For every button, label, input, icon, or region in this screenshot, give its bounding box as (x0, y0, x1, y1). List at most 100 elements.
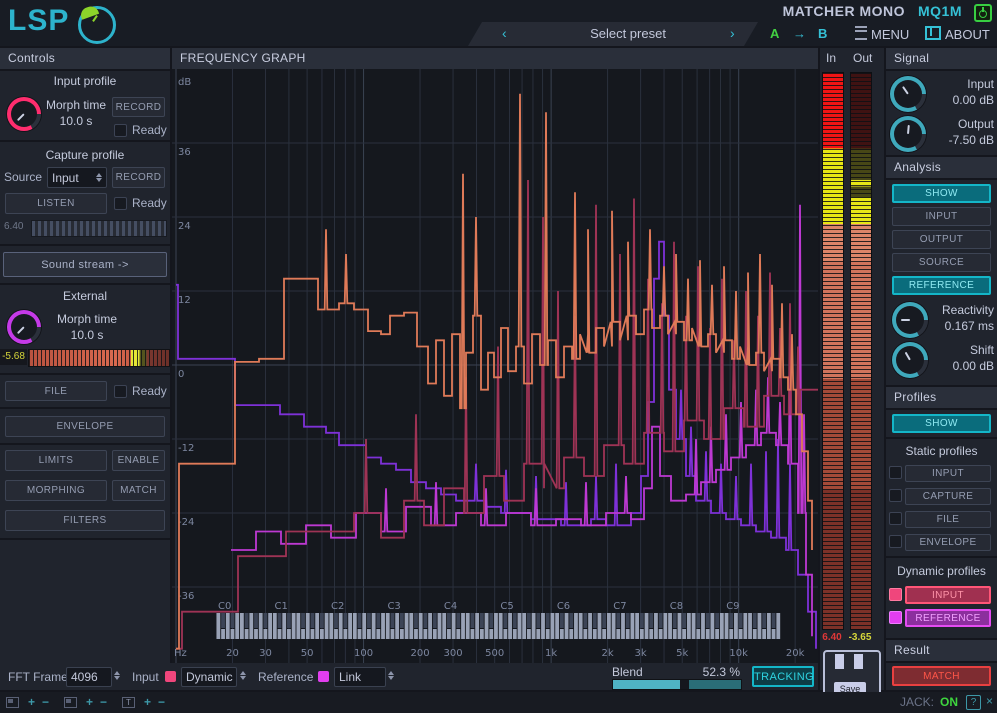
enable-button[interactable]: ENABLE (112, 450, 165, 471)
dynamic-input-checkbox[interactable] (889, 588, 902, 601)
svg-text:50: 50 (301, 648, 314, 659)
dynamic-reference-checkbox[interactable] (889, 611, 902, 624)
source-select[interactable]: Input (47, 167, 107, 188)
input-record-button[interactable]: RECORD (112, 97, 165, 117)
capture-ready-checkbox[interactable]: Ready (114, 196, 167, 210)
text-zoom-out-button[interactable]: − (158, 695, 165, 709)
preset-prev-button[interactable]: ‹ (502, 25, 507, 41)
fft-frame-select[interactable]: 4096 (66, 667, 112, 687)
match-result-button[interactable]: MATCH (892, 666, 991, 686)
envelope-button[interactable]: ENVELOPE (5, 416, 165, 437)
floppy-slot-icon (835, 654, 844, 669)
frequency-graph-canvas[interactable]: C0C1C2C3C4C5C6C7C8C9dB3624120-12-24-36Hz… (172, 69, 818, 663)
analysis-input-button[interactable]: INPUT (892, 207, 991, 226)
file-ready-checkbox[interactable]: Ready (114, 384, 167, 398)
capture-progress-bar[interactable] (31, 220, 167, 237)
analysis-source-button[interactable]: SOURCE (892, 253, 991, 272)
static-envelope-button[interactable]: ENVELOPE (905, 534, 991, 551)
static-capture-button[interactable]: CAPTURE (905, 488, 991, 505)
power-icon[interactable] (974, 4, 992, 22)
profiles-show-button[interactable]: SHOW (892, 414, 991, 433)
bottom-bar: FFT Frame 4096 Input Dynamic Reference L… (0, 663, 818, 690)
signal-panel: Input 0.00 dB Output -7.50 dB (886, 71, 997, 155)
svg-text:500: 500 (485, 648, 504, 659)
zoom-fit-vertical-icon[interactable] (64, 697, 77, 708)
shift-value: Shift 0.00 dB (928, 342, 994, 374)
preset-label[interactable]: Select preset (548, 26, 708, 41)
capture-profile-title: Capture profile (0, 148, 170, 162)
analysis-output-button[interactable]: OUTPUT (892, 230, 991, 249)
svg-text:C8: C8 (670, 601, 683, 612)
text-zoom-icon[interactable]: T (122, 697, 135, 708)
dynamic-input-button[interactable]: INPUT (905, 586, 991, 604)
signal-output-knob[interactable] (890, 116, 926, 152)
dynamic-input-profile (176, 180, 818, 649)
input-mode-spinner[interactable] (240, 671, 246, 680)
blend-slider[interactable] (612, 679, 742, 690)
static-file-button[interactable]: FILE (905, 511, 991, 528)
meter-out-label: Out (853, 51, 872, 65)
ab-arrow-icon[interactable]: → (793, 26, 806, 41)
zoom-in-button[interactable]: + (28, 695, 35, 709)
text-zoom-in-button[interactable]: + (144, 695, 151, 709)
zoom-out-vertical-button[interactable]: − (100, 695, 107, 709)
input-morph-time-knob[interactable] (7, 97, 41, 131)
static-capture-checkbox[interactable] (889, 489, 902, 502)
shift-knob[interactable] (892, 342, 928, 378)
preset-next-button[interactable]: › (730, 25, 735, 41)
svg-text:20: 20 (226, 648, 239, 659)
fft-frame-spinner[interactable] (114, 671, 120, 680)
svg-text:100: 100 (354, 648, 373, 659)
reference-mode-spinner[interactable] (388, 671, 394, 680)
reference-mode-select[interactable]: Link (334, 667, 386, 687)
zoom-fit-graph-icon[interactable] (6, 697, 19, 708)
plugin-title: MATCHER MONO (783, 3, 905, 19)
checkbox-icon (889, 611, 902, 624)
analysis-show-button[interactable]: SHOW (892, 184, 991, 203)
filters-button[interactable]: FILTERS (5, 510, 165, 531)
reactivity-knob[interactable] (892, 302, 928, 338)
ab-slot-b[interactable]: B (818, 26, 827, 41)
static-profiles-title: Static profiles (886, 444, 997, 458)
zoom-in-vertical-button[interactable]: + (86, 695, 93, 709)
input-ready-checkbox[interactable]: Ready (114, 123, 167, 137)
output-level-meter[interactable] (850, 72, 872, 630)
floppy-slot-icon (854, 654, 863, 669)
checkbox-icon (889, 489, 902, 502)
file-button[interactable]: FILE (5, 381, 107, 401)
static-input-checkbox[interactable] (889, 466, 902, 479)
match-toggle-button[interactable]: MATCH (112, 480, 165, 501)
jack-state: ON (940, 695, 958, 709)
static-file-checkbox[interactable] (889, 512, 902, 525)
disconnect-icon[interactable]: × (983, 695, 996, 708)
input-mode-select[interactable]: Dynamic (181, 667, 237, 687)
blend-value: 52.3 % (690, 665, 740, 679)
menu-button[interactable]: MENU (855, 26, 909, 42)
controls-header: Controls (0, 48, 170, 69)
about-button[interactable]: ABOUT (925, 26, 990, 42)
static-input-button[interactable]: INPUT (905, 465, 991, 482)
capture-profile-panel: Capture profile Source Input RECORD LIST… (0, 142, 170, 244)
listen-button[interactable]: LISTEN (5, 193, 107, 214)
limits-button[interactable]: LIMITS (5, 450, 107, 471)
capture-record-button[interactable]: RECORD (112, 167, 165, 188)
signal-input-knob[interactable] (890, 76, 926, 112)
spinner-icon (96, 173, 102, 182)
analysis-reference-button[interactable]: REFERENCE (892, 276, 991, 295)
external-morph-time-knob[interactable] (7, 310, 41, 344)
tracking-button[interactable]: TRACKING (752, 666, 814, 687)
zoom-out-button[interactable]: − (42, 695, 49, 709)
top-bar: LSP MATCHER MONO MQ1M ‹ Select preset › … (0, 0, 997, 46)
checkbox-icon (114, 124, 127, 137)
help-icon[interactable]: ? (966, 695, 981, 710)
static-envelope-checkbox[interactable] (889, 535, 902, 548)
input-level-meter[interactable] (822, 72, 844, 630)
ab-slot-a[interactable]: A (770, 26, 779, 41)
piano-keyboard (216, 613, 780, 639)
sound-stream-button[interactable]: Sound stream -> (3, 252, 167, 277)
morphing-button[interactable]: MORPHING (5, 480, 107, 501)
reference-color-swatch (318, 671, 329, 682)
dynamic-reference-button[interactable]: REFERENCE (905, 609, 991, 627)
svg-text:1k: 1k (545, 648, 557, 659)
reference-mode-label: Reference (258, 670, 313, 684)
